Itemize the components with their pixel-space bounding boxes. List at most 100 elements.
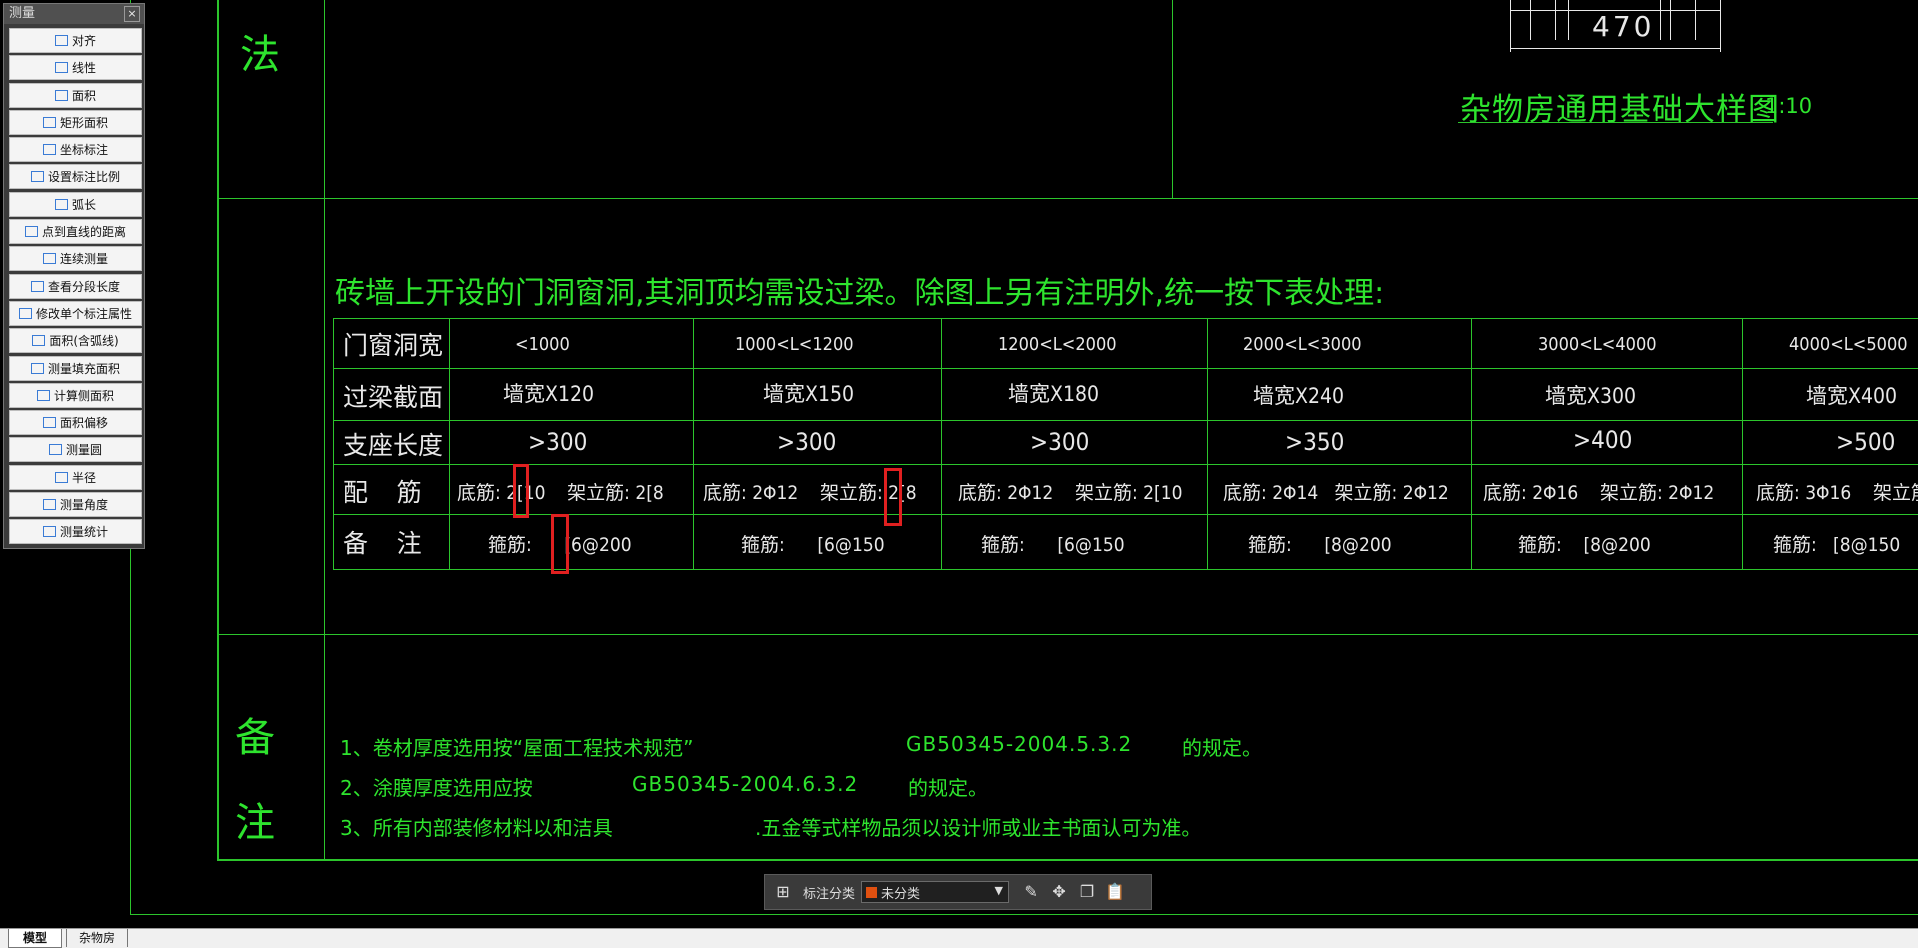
- edit-icon[interactable]: ✎: [1021, 882, 1041, 902]
- paste-icon[interactable]: 📋: [1105, 882, 1125, 902]
- cell-support-2: >300: [1030, 428, 1090, 456]
- cell-rebar-3: 底筋: 2Φ14 架立筋: 2Φ12: [1223, 482, 1449, 504]
- tab-layout-1[interactable]: 杂物房: [66, 929, 128, 947]
- measure-tool-button[interactable]: 修改单个标注属性: [9, 300, 142, 326]
- measure-tool-button[interactable]: 查看分段长度: [9, 273, 142, 299]
- frame-line-inner: [324, 0, 325, 860]
- measure-tool-button[interactable]: 线性: [9, 55, 142, 81]
- cell-stirrup-2: 箍筋: [6@150: [981, 534, 1125, 556]
- note-2-suffix: 的规定。: [908, 776, 988, 800]
- measure-tool-button[interactable]: 设置标注比例: [9, 164, 142, 190]
- measure-tool-button[interactable]: 面积(含弧线): [9, 328, 142, 354]
- cell-section-3: 墙宽X240: [1253, 384, 1344, 408]
- measure-tool-label: 对齐: [71, 34, 96, 48]
- cell-section-1: 墙宽X150: [763, 382, 854, 406]
- cell-width-2: 1200<L<2000: [998, 334, 1117, 355]
- detail-scale: 1:10: [1765, 94, 1813, 118]
- cell-width-3: 2000<L<3000: [1243, 334, 1362, 355]
- highlight-box-1: [513, 464, 529, 518]
- frame-hline-2: [217, 634, 1918, 635]
- measure-tool-button[interactable]: 连续测量: [9, 246, 142, 272]
- highlight-box-2: [551, 514, 569, 574]
- note-2-text: 2、涂膜厚度选用应按: [340, 776, 533, 800]
- measure-tool-label: 查看分段长度: [47, 279, 120, 294]
- highlight-box-3: [884, 468, 902, 526]
- measure-tool-icon: [42, 116, 56, 128]
- measure-tool-icon: [42, 526, 56, 538]
- note-1-code: GB50345-2004.5.3.2: [906, 732, 1133, 756]
- measure-tool-icon: [30, 280, 44, 292]
- cell-support-5: >500: [1836, 428, 1896, 456]
- measure-tool-button[interactable]: 对齐: [9, 28, 142, 53]
- copy-icon[interactable]: ❐: [1077, 882, 1097, 902]
- measure-tool-icon: [54, 35, 68, 46]
- cad-drawing-area[interactable]: 法 备 注 470 杂物房通用基础大样图 1:10 砖墙上开设的门洞窗洞,其洞顶…: [0, 0, 1918, 928]
- annotation-toolbar: ⊞ 标注分类 未分类 ▼ ✎ ✥ ❐ 📋: [764, 874, 1152, 910]
- measure-tool-label: 修改单个标注属性: [35, 306, 132, 321]
- cell-section-0: 墙宽X120: [503, 382, 594, 406]
- cell-support-4: >400: [1573, 426, 1633, 454]
- cell-stirrup-1: 箍筋: [6@150: [741, 534, 885, 556]
- measure-tool-icon: [54, 471, 68, 483]
- measure-tool-label: 弧长: [71, 197, 96, 212]
- measure-tool-label: 半径: [71, 470, 96, 485]
- measure-tool-button[interactable]: 测量填充面积: [9, 355, 142, 381]
- measure-tool-button[interactable]: 面积: [9, 82, 142, 108]
- measure-tool-label: 面积(含弧线): [49, 334, 119, 349]
- measure-tool-icon: [48, 444, 62, 456]
- measure-tool-button[interactable]: 测量统计: [9, 519, 142, 545]
- frame-line-left: [217, 0, 219, 860]
- note-1-suffix: 的规定。: [1182, 736, 1262, 760]
- row-header-width: 门窗洞宽: [343, 331, 444, 360]
- cell-width-4: 3000<L<4000: [1538, 334, 1657, 355]
- measure-tool-label: 面积偏移: [59, 416, 108, 431]
- measure-tool-label: 面积: [71, 88, 96, 103]
- measure-tool-icon: [54, 62, 68, 74]
- measure-tool-button[interactable]: 计算侧面积: [9, 382, 142, 408]
- annotation-category-label: 标注分类: [803, 886, 856, 902]
- measure-tool-button[interactable]: 坐标标注: [9, 137, 142, 163]
- measure-tool-icon: [54, 89, 68, 101]
- measure-tool-label: 线性: [71, 61, 96, 76]
- measure-tool-icon: [30, 362, 44, 374]
- row-header-section: 过梁截面: [343, 383, 444, 412]
- measure-tool-icon: [18, 307, 32, 319]
- note-2-code: GB50345-2004.6.3.2: [632, 772, 859, 796]
- measure-tool-button[interactable]: 半径: [9, 464, 142, 490]
- row-header-remark: 备 注: [343, 529, 422, 558]
- measure-tool-button[interactable]: 矩形面积: [9, 109, 142, 135]
- measure-tool-button[interactable]: 面积偏移: [9, 410, 142, 436]
- cell-section-2: 墙宽X180: [1008, 382, 1099, 406]
- measure-tool-button[interactable]: 测量角度: [9, 492, 142, 518]
- border-line-bottom: [130, 914, 1918, 915]
- column-label-top: 法: [240, 32, 280, 78]
- annotation-category-value: 未分类: [881, 886, 921, 902]
- frame-line-right: [1172, 0, 1173, 198]
- cell-width-1: 1000<L<1200: [735, 334, 854, 355]
- measure-panel-title[interactable]: 测量 ×: [4, 4, 144, 24]
- measure-tool-label: 测量圆: [65, 443, 102, 458]
- close-icon[interactable]: ×: [124, 6, 140, 22]
- measure-tool-label: 设置标注比例: [47, 170, 120, 185]
- measure-tool-icon: [36, 389, 50, 401]
- note-1-text: 1、卷材厚度选用按“屋面工程技术规范”: [340, 736, 694, 760]
- row-header-rebar: 配 筋: [343, 478, 422, 507]
- cell-rebar-5: 底筋: 3Φ16 架立筋: [1756, 482, 1918, 504]
- move-icon[interactable]: ✥: [1049, 882, 1069, 902]
- dimension-detail: 470: [1500, 0, 1730, 70]
- measure-tool-button[interactable]: 弧长: [9, 191, 142, 217]
- cell-stirrup-5: 箍筋: [8@150: [1773, 534, 1901, 556]
- annotation-category-select[interactable]: 未分类 ▼: [861, 881, 1010, 903]
- measure-panel-title-text: 测量: [9, 6, 36, 21]
- measure-tool-button[interactable]: 点到直线的距离: [9, 219, 142, 245]
- measure-tool-list: 对齐线性面积矩形面积 坐标标注设置标注比例 弧长点到直线的距离 连续测量查看分段长度修…: [9, 28, 142, 547]
- measure-tool-button[interactable]: 测量圆: [9, 437, 142, 463]
- lintel-table: 门窗洞宽 过梁截面 支座长度 配 筋 备 注 <1000 墙宽X120 >300…: [333, 318, 1918, 574]
- tab-model[interactable]: 模型: [8, 929, 62, 948]
- grid-icon[interactable]: ⊞: [773, 882, 793, 902]
- layout-tab-bar: 模型 杂物房: [0, 928, 1918, 948]
- cell-section-4: 墙宽X300: [1545, 384, 1636, 408]
- measure-tool-icon: [32, 335, 46, 347]
- lintel-heading: 砖墙上开设的门洞窗洞,其洞顶均需设过梁。除图上另有注明外,统一按下表处理:: [335, 276, 1385, 311]
- cell-width-0: <1000: [515, 334, 570, 355]
